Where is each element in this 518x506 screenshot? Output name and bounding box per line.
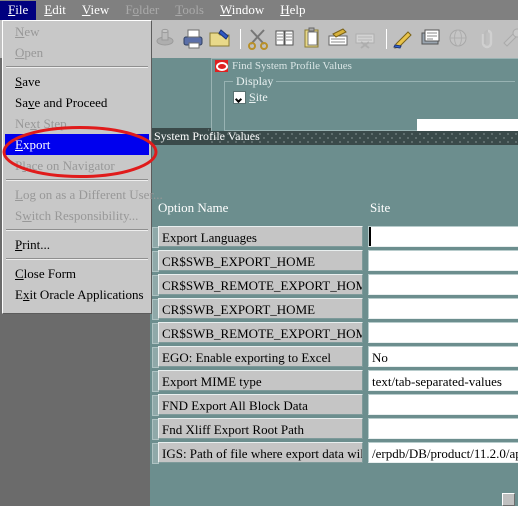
site-value-cell[interactable] [368, 274, 518, 295]
open-folder-icon[interactable] [208, 26, 232, 52]
option-name-cell[interactable]: FND Export All Block Data [158, 394, 363, 415]
table-row[interactable]: IGS: Path of file where export data will… [150, 442, 518, 465]
toolbar [150, 20, 518, 58]
menubar-item-file[interactable]: File [0, 0, 37, 20]
find-dialog-titlebar: Find System Profile Values [212, 59, 518, 73]
menubar-item-folder: Folder [125, 1, 160, 17]
globe-icon[interactable] [446, 26, 470, 52]
option-name-cell[interactable]: Export Languages [158, 226, 363, 247]
menu-item-exit-oracle-applications[interactable]: Exit Oracle Applications [3, 284, 151, 305]
edit-pencil-icon[interactable] [392, 26, 416, 52]
option-name-cell[interactable]: CR$SWB_REMOTE_EXPORT_HOME [158, 274, 363, 295]
menubar-item-view[interactable]: View [74, 1, 117, 20]
menu-item-print[interactable]: Print... [3, 234, 151, 255]
site-checkbox-label: Site [249, 90, 268, 104]
column-header-option-name: Option Name [158, 200, 229, 215]
system-profile-values-body: Option Name Site Export Languages CR$SWB_… [150, 145, 518, 506]
menu-separator [6, 179, 148, 181]
option-name-cell[interactable]: EGO: Enable exporting to Excel [158, 346, 363, 367]
table-row[interactable]: Export Languages [150, 226, 518, 249]
table-row[interactable]: CR$SWB_EXPORT_HOME [150, 250, 518, 273]
vertical-scrollbar[interactable] [502, 226, 516, 506]
menu-item-place-on-navigator: Place on Navigator [15, 158, 115, 173]
site-value-cell[interactable] [368, 322, 518, 343]
option-name-cell[interactable]: Fnd Xliff Export Root Path [158, 418, 363, 439]
site-value-cell[interactable]: /erpdb/DB/product/11.2.0/ap [368, 442, 518, 463]
screen: FileEditView Folder Tools WindowHelp [0, 0, 518, 506]
profile-values-table: Export Languages CR$SWB_EXPORT_HOME CR$SWB… [150, 226, 518, 466]
menu-item-save-and-proceed[interactable]: Save and Proceed [3, 92, 151, 113]
site-value-cell[interactable] [368, 418, 518, 439]
new-record-icon[interactable] [327, 26, 351, 52]
menu-item-open: Open [15, 45, 44, 60]
column-header-site: Site [370, 200, 391, 215]
menubar-item-edit[interactable]: Edit [36, 1, 74, 20]
display-group-label: Display [233, 74, 277, 88]
paste-clipboard-icon[interactable] [300, 26, 324, 52]
site-value-cell[interactable] [368, 226, 518, 247]
cut-scissors-icon[interactable] [246, 26, 270, 52]
scroll-down-button[interactable] [502, 493, 515, 506]
attachment-paperclip-icon[interactable] [473, 26, 497, 52]
find-system-profile-values-dialog: Find System Profile Values Display Site [211, 58, 518, 131]
option-name-cell[interactable]: CR$SWB_EXPORT_HOME [158, 250, 363, 271]
menu-item-next-step: Next Step [15, 116, 67, 131]
table-row[interactable]: CR$SWB_REMOTE_EXPORT_HOME [150, 274, 518, 297]
menu-item-switch-responsibility: Switch Responsibility... [15, 208, 139, 223]
file-menu-dropdown: New Open Save Save and Proceed Next Step Expo… [2, 20, 163, 314]
menubar-item-window[interactable]: Window [212, 1, 272, 20]
option-name-cell[interactable]: Export MIME type [158, 370, 363, 391]
option-name-cell[interactable]: CR$SWB_EXPORT_HOME [158, 298, 363, 319]
table-row[interactable]: CR$SWB_EXPORT_HOME [150, 298, 518, 321]
site-value-cell[interactable]: text/tab-separated-values [368, 370, 518, 391]
option-name-cell[interactable]: CR$SWB_REMOTE_EXPORT_HOME [158, 322, 363, 343]
menubar-item-tools: Tools [175, 1, 204, 17]
menu-item-close-form[interactable]: Close Form [3, 263, 151, 284]
site-checkbox[interactable] [233, 91, 246, 104]
zoom-icon[interactable] [154, 26, 178, 52]
translations-icon[interactable] [419, 26, 443, 52]
site-value-cell[interactable] [368, 394, 518, 415]
menu-separator [6, 229, 148, 231]
option-name-cell[interactable]: IGS: Path of file where export data will [158, 442, 363, 463]
menu-item-export[interactable]: Export [5, 134, 149, 155]
print-icon[interactable] [181, 26, 205, 52]
menu-item-new: New [15, 24, 40, 39]
site-value-cell[interactable] [368, 250, 518, 271]
find-dialog-title: Find System Profile Values [232, 60, 352, 72]
table-row[interactable]: FND Export All Block Data [150, 394, 518, 417]
table-row[interactable]: Export MIME type text/tab-separated-value… [150, 370, 518, 393]
menu-bar: File Edit View Folder Tools Window Help [0, 0, 518, 20]
tools-icon[interactable] [500, 26, 518, 52]
menu-item-save[interactable]: Save [3, 71, 151, 92]
site-value-cell[interactable] [368, 298, 518, 319]
menu-separator [6, 258, 148, 260]
oracle-logo-icon [215, 60, 228, 72]
find-dialog-field-strip [417, 119, 518, 131]
table-row[interactable]: EGO: Enable exporting to Excel No [150, 346, 518, 369]
toolbar-separator-2 [386, 29, 387, 49]
copy-icon[interactable] [273, 26, 297, 52]
toolbar-separator [240, 29, 241, 49]
menubar-item-help[interactable]: Help [272, 1, 313, 20]
delete-record-icon[interactable] [354, 26, 378, 52]
site-checkbox-row[interactable]: Site [233, 90, 268, 105]
menu-item-log-on-as-a-different-user: Log on as a Different User... [15, 187, 163, 202]
table-row[interactable]: Fnd Xliff Export Root Path [150, 418, 518, 441]
site-value-cell[interactable]: No [368, 346, 518, 367]
table-row[interactable]: CR$SWB_REMOTE_EXPORT_HOME [150, 322, 518, 345]
menu-separator [6, 66, 148, 68]
